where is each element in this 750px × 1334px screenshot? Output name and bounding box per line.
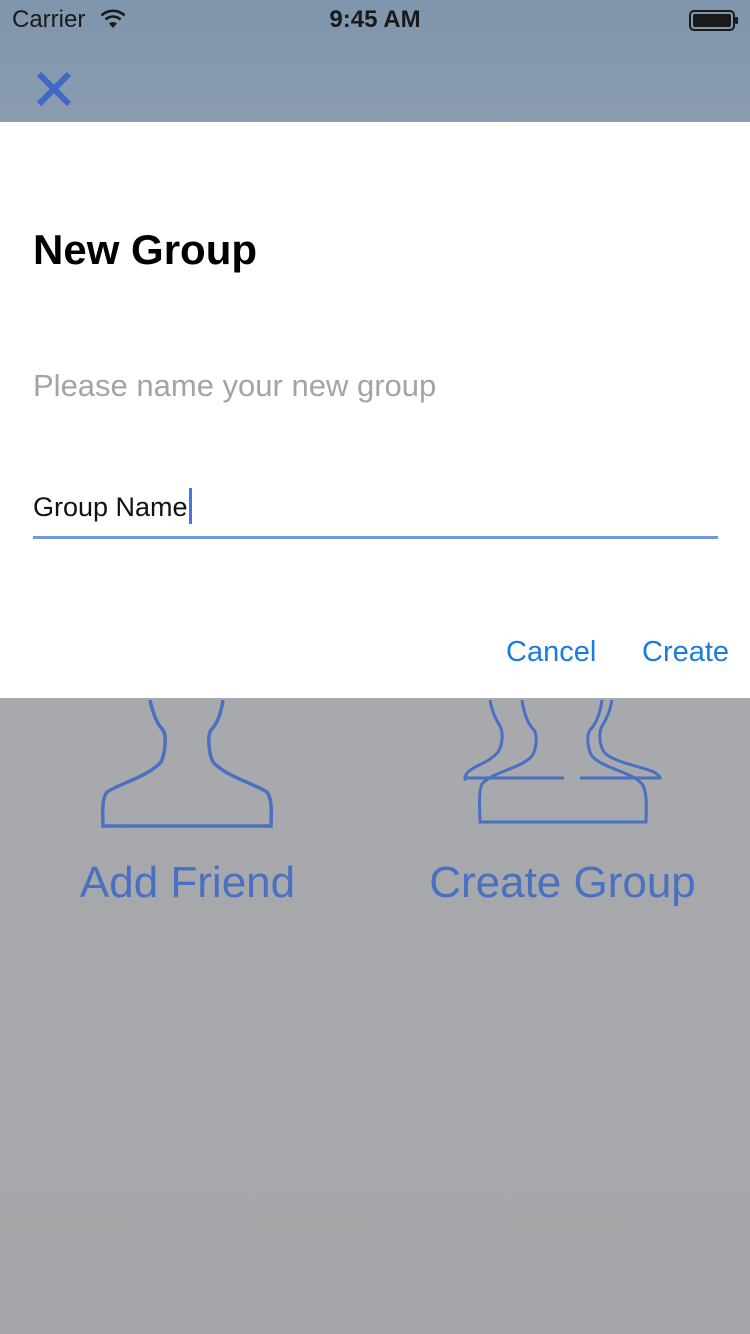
status-bar: Carrier 9:45 AM (0, 0, 750, 40)
text-caret (189, 488, 192, 524)
battery-full-icon (689, 10, 738, 31)
create-group-tile[interactable]: Create Group (375, 700, 750, 940)
screen: Carrier 9:45 AM Add Friend Create Group … (0, 0, 750, 1334)
status-time: 9:45 AM (329, 6, 421, 33)
add-friend-label: Add Friend (79, 858, 296, 907)
add-friend-tile[interactable]: Add Friend (0, 700, 375, 940)
group-silhouette-icon (463, 700, 662, 824)
dialog-title: New Group (33, 226, 258, 273)
group-name-input[interactable]: Group Name (33, 488, 718, 539)
cancel-button[interactable]: Cancel (506, 636, 596, 669)
person-silhouette-icon (100, 700, 274, 828)
close-button[interactable] (30, 66, 78, 112)
dialog-message: Please name your new group (33, 368, 437, 403)
group-name-input-value: Group Name (33, 492, 188, 522)
create-group-label: Create Group (429, 858, 696, 907)
create-button[interactable]: Create (642, 636, 729, 669)
close-icon (36, 71, 72, 107)
new-group-dialog: New Group Please name your new group Gro… (0, 122, 750, 698)
